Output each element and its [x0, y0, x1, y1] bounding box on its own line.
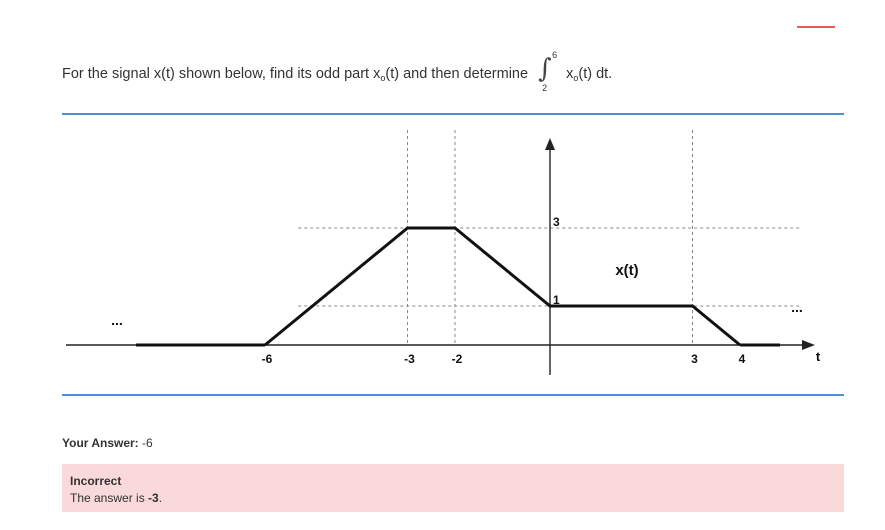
x-tick-label: -6: [262, 352, 273, 366]
y-tick-label: 3: [553, 215, 560, 229]
axes: [66, 138, 815, 375]
signal-plot: -6 -3 -2 3 4 3 1 x(t) t......: [66, 130, 821, 375]
signal-line: [264, 226, 741, 347]
answer-label: Your Answer:: [62, 436, 139, 450]
feedback-box: Incorrect The answer is -3.: [62, 464, 844, 512]
x-tick-label: -2: [452, 352, 463, 366]
x-tick-label: 4: [739, 352, 746, 366]
ellipsis-right: ...: [791, 299, 803, 315]
ellipsis-left: ...: [111, 312, 123, 328]
integral-lower-limit: 2: [542, 83, 548, 93]
guide-lines: [298, 130, 800, 345]
correct-answer-value: -3: [148, 491, 159, 505]
integral-upper-limit: 6: [552, 50, 558, 60]
feedback-title: Incorrect: [70, 474, 122, 488]
curve-label: x(t): [615, 262, 638, 279]
x-axis-label: t: [816, 349, 821, 364]
y-axis-arrow: [545, 138, 555, 150]
bottom-divider: [62, 394, 844, 396]
top-accent-line: [797, 26, 835, 28]
x-tick-label: 3: [691, 352, 698, 366]
signal-series: [136, 226, 780, 347]
answer-value: -6: [142, 436, 153, 450]
odd-subscript: o: [380, 72, 386, 83]
integral-symbol: ∫ 6 2: [538, 50, 558, 93]
x-axis-arrow: [802, 340, 815, 350]
your-answer: Your Answer: -6: [62, 436, 153, 450]
integrand-subscript: o: [573, 72, 579, 83]
question-text: For the signal x(t) shown below, find it…: [62, 50, 613, 93]
y-tick-label: 1: [553, 293, 560, 307]
top-divider: [62, 113, 844, 115]
x-tick-label: -3: [404, 352, 415, 366]
feedback-text: The answer is -3.: [70, 491, 163, 505]
